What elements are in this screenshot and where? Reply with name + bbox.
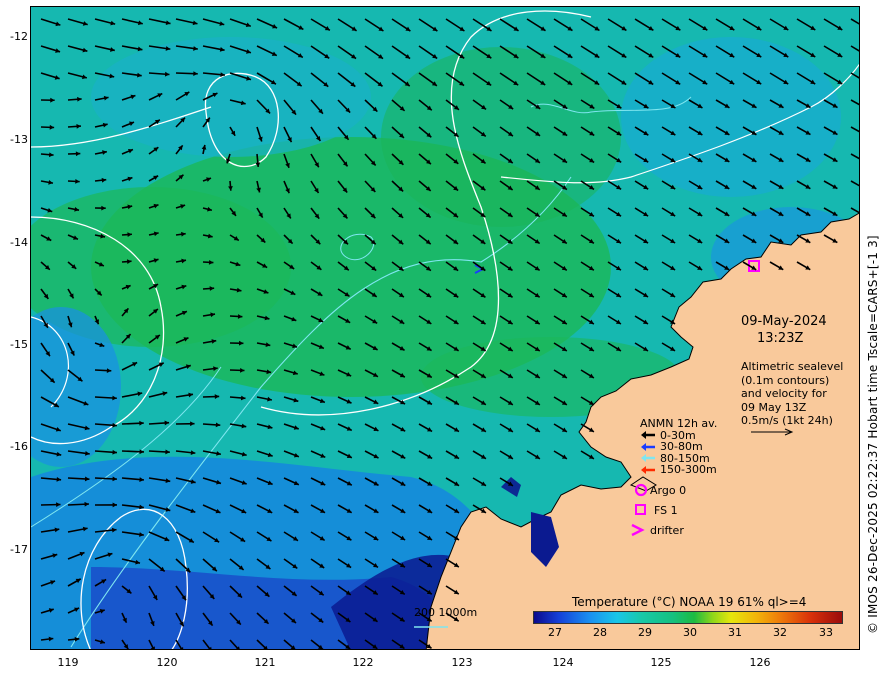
arrow-blue-icon <box>641 442 655 451</box>
scale-arrow-icon <box>751 428 794 436</box>
colorbar-tick: 33 <box>819 626 833 639</box>
lon-tick-121: 121 <box>254 656 276 669</box>
desc-line: and velocity for <box>741 387 827 400</box>
fs-label: FS 1 <box>654 503 678 517</box>
colorbar-title: Temperature (°C) NOAA 19 61% ql>=4 <box>572 595 807 609</box>
legend-drifter: drifter <box>630 520 686 540</box>
desc-line: Altimetric sealevel <box>741 360 844 373</box>
argo-circle-icon <box>634 483 648 497</box>
map-panel[interactable] <box>30 6 860 650</box>
lon-tick-120: 120 <box>156 656 178 669</box>
lat-tick-16: -16 <box>10 440 28 453</box>
velocity-arrow-head <box>859 130 860 134</box>
temperature-colorbar <box>533 611 843 624</box>
lon-tick-126: 126 <box>749 656 771 669</box>
colorbar-tick: 29 <box>638 626 652 639</box>
contour-key-label: 200 1000m <box>414 606 478 619</box>
legend-argo: Argo 0 <box>630 480 686 500</box>
marker-legend: Argo 0 FS 1 drifter <box>630 480 686 540</box>
velocity-arrow-head <box>859 211 860 215</box>
legend-item: 30-80m <box>640 441 717 453</box>
altimetry-description: Altimetric sealevel (0.1m contours) and … <box>741 360 851 436</box>
sst-map <box>31 7 860 649</box>
map-time: 13:23Z <box>757 331 804 346</box>
map-date: 09-May-2024 <box>741 314 827 329</box>
desc-line: 09 May 13Z <box>741 400 807 414</box>
lat-tick-13: -13 <box>10 133 28 146</box>
lat-tick-15: -15 <box>10 338 28 351</box>
arrow-cyan-icon <box>641 454 655 463</box>
desc-line: (0.1m contours) <box>741 373 830 387</box>
colorbar-tick: 28 <box>593 626 607 639</box>
velocity-arrow-head <box>859 184 860 188</box>
lon-tick-119: 119 <box>57 656 79 669</box>
legend-label: 150-300m <box>660 463 717 476</box>
legend-label: 30-80m <box>660 440 703 453</box>
anmn-legend: ANMN 12h av. 0-30m 30-80m 80-150m 150-30… <box>640 418 717 476</box>
colorbar-tick: 27 <box>548 626 562 639</box>
arrow-red-icon <box>641 465 655 474</box>
drifter-chevron-icon <box>631 523 645 537</box>
argo-label: Argo 0 <box>650 483 687 497</box>
desc-line: 0.5m/s (1kt 24h) <box>741 414 833 427</box>
colorbar-tick: 32 <box>773 626 787 639</box>
lon-tick-124: 124 <box>552 656 574 669</box>
fs-square-icon <box>635 504 646 515</box>
arrow-black-icon <box>641 431 655 440</box>
contour-swatch-icon <box>414 626 448 628</box>
velocity-arrow-head <box>859 157 860 161</box>
colorbar-tick: 31 <box>728 626 742 639</box>
lon-tick-122: 122 <box>352 656 374 669</box>
lon-tick-123: 123 <box>451 656 473 669</box>
depth-contour-key: 200 1000m <box>414 606 477 632</box>
lat-tick-14: -14 <box>10 236 28 249</box>
lat-tick-12: -12 <box>10 30 28 43</box>
legend-item: 150-300m <box>640 464 717 476</box>
lat-tick-17: -17 <box>10 543 28 556</box>
imos-credit: © IMOS 26-Dec-2025 02:22:37 Hobart time … <box>866 235 880 634</box>
legend-title: ANMN 12h av. <box>640 417 718 430</box>
lon-tick-125: 125 <box>650 656 672 669</box>
drifter-label: drifter <box>650 523 684 537</box>
colorbar-tick: 30 <box>683 626 697 639</box>
legend-fs: FS 1 <box>630 500 686 520</box>
